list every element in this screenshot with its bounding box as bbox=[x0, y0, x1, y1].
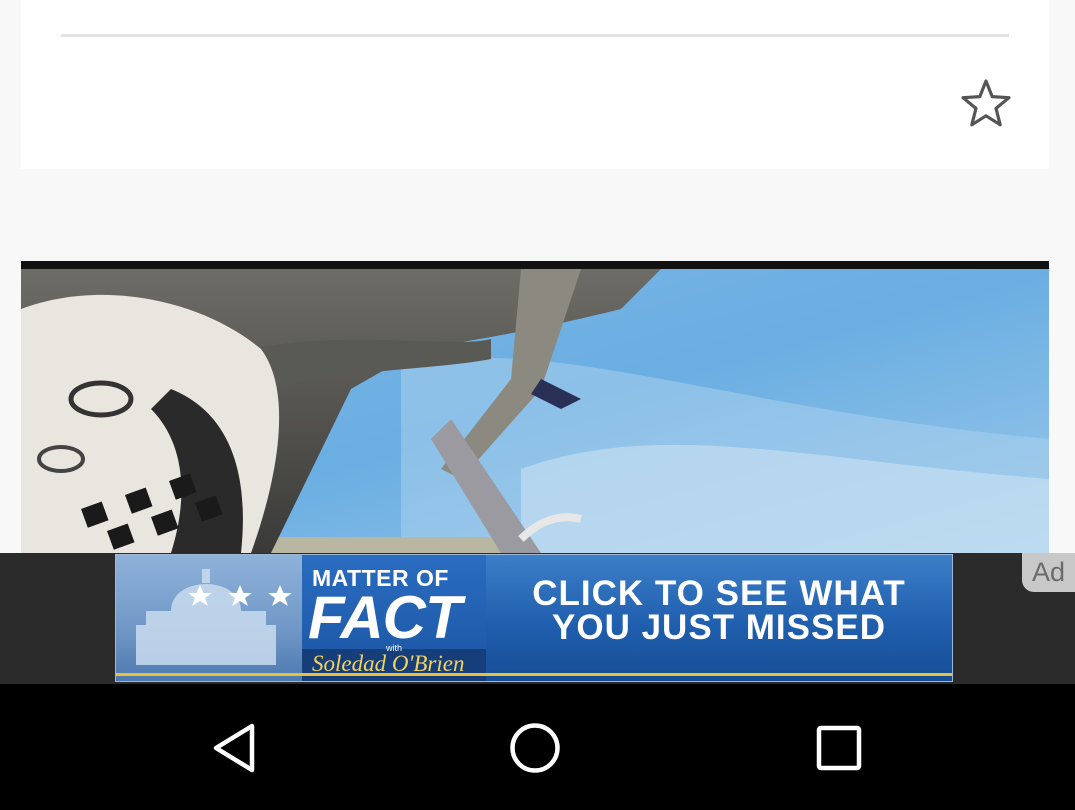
ad-banner[interactable]: MATTER OF FACT with Soledad O'Brien CLIC… bbox=[115, 554, 953, 682]
content-card bbox=[21, 0, 1049, 169]
video-frame bbox=[21, 269, 1049, 553]
favorite-button[interactable] bbox=[959, 77, 1013, 129]
star-outline-icon bbox=[961, 79, 1011, 127]
card-divider bbox=[61, 34, 1009, 37]
ad-cta-line2: YOU JUST MISSED bbox=[552, 608, 886, 647]
back-button[interactable] bbox=[204, 718, 264, 778]
ad-capitol-image bbox=[116, 555, 302, 681]
ad-brand: MATTER OF FACT with Soledad O'Brien bbox=[302, 555, 486, 681]
ad-cta-line1: CLICK TO SEE WHAT bbox=[532, 574, 906, 613]
home-button[interactable] bbox=[505, 718, 565, 778]
recents-button[interactable] bbox=[809, 718, 869, 778]
system-nav-bar bbox=[0, 684, 1075, 810]
ad-gold-line bbox=[116, 673, 952, 676]
ad-brand-line2: FACT bbox=[308, 584, 462, 651]
video-player[interactable] bbox=[21, 261, 1049, 553]
ad-bar: MATTER OF FACT with Soledad O'Brien CLIC… bbox=[0, 553, 1075, 684]
recents-square-icon bbox=[816, 725, 862, 771]
ad-cta: CLICK TO SEE WHAT YOU JUST MISSED bbox=[486, 574, 952, 647]
home-circle-icon bbox=[510, 723, 560, 773]
ad-label[interactable]: Ad bbox=[1022, 553, 1075, 592]
back-triangle-icon bbox=[213, 723, 255, 773]
